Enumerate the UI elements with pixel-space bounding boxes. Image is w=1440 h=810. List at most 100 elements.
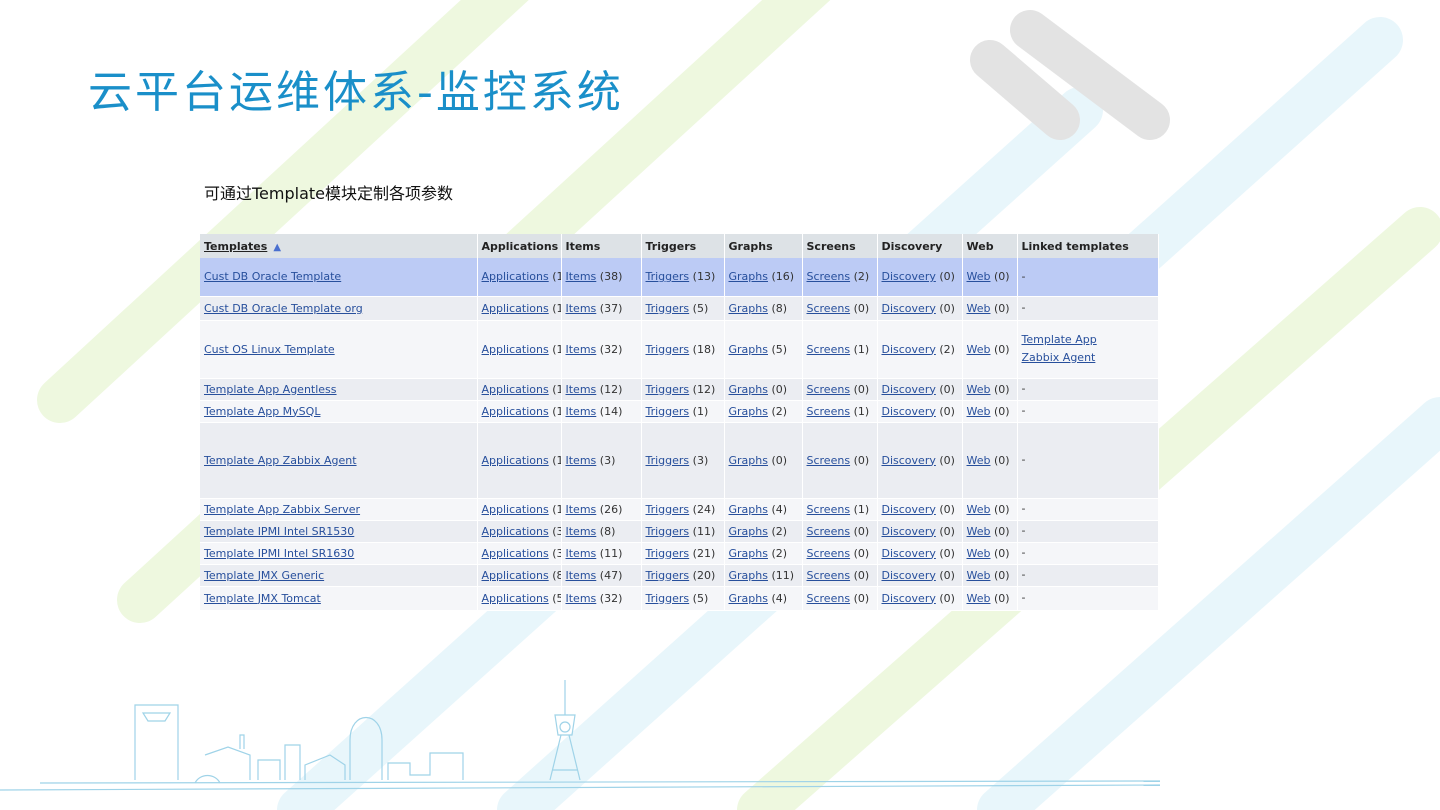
web-link[interactable]: Web <box>967 302 991 315</box>
applications-link[interactable]: Applications <box>482 569 549 582</box>
triggers-link[interactable]: Triggers <box>646 503 690 516</box>
screens-link[interactable]: Screens <box>807 592 851 605</box>
screens-link[interactable]: Screens <box>807 270 851 283</box>
triggers-link[interactable]: Triggers <box>646 592 690 605</box>
screens-link[interactable]: Screens <box>807 454 851 467</box>
graphs-link[interactable]: Graphs <box>729 592 768 605</box>
graphs-link[interactable]: Graphs <box>729 270 768 283</box>
discovery-link[interactable]: Discovery <box>882 383 936 396</box>
graphs-link[interactable]: Graphs <box>729 525 768 538</box>
items-link[interactable]: Items <box>566 270 597 283</box>
screens-link[interactable]: Screens <box>807 343 851 356</box>
screens-link[interactable]: Screens <box>807 503 851 516</box>
items-link[interactable]: Items <box>566 592 597 605</box>
items-count: (3) <box>599 453 616 467</box>
template-name-link[interactable]: Template App Zabbix Server <box>204 503 360 516</box>
applications-link[interactable]: Applications <box>482 592 549 605</box>
items-cell: Items (11) <box>561 542 642 565</box>
graphs-link[interactable]: Graphs <box>729 383 768 396</box>
applications-link[interactable]: Applications <box>482 525 549 538</box>
template-name-link[interactable]: Template App Agentless <box>204 383 337 396</box>
items-link[interactable]: Items <box>566 547 597 560</box>
applications-link[interactable]: Applications <box>482 454 549 467</box>
discovery-link[interactable]: Discovery <box>882 547 936 560</box>
web-link[interactable]: Web <box>967 343 991 356</box>
discovery-link[interactable]: Discovery <box>882 503 936 516</box>
discovery-link[interactable]: Discovery <box>882 343 936 356</box>
applications-link[interactable]: Applications <box>482 302 549 315</box>
triggers-link[interactable]: Triggers <box>646 569 690 582</box>
web-link[interactable]: Web <box>967 525 991 538</box>
triggers-link[interactable]: Triggers <box>646 454 690 467</box>
items-link[interactable]: Items <box>566 302 597 315</box>
triggers-link[interactable]: Triggers <box>646 547 690 560</box>
linked-template-link[interactable]: Template App <box>1022 333 1097 346</box>
triggers-link[interactable]: Triggers <box>646 525 690 538</box>
web-link[interactable]: Web <box>967 270 991 283</box>
web-link[interactable]: Web <box>967 569 991 582</box>
web-link[interactable]: Web <box>967 503 991 516</box>
screens-link[interactable]: Screens <box>807 569 851 582</box>
screens-link[interactable]: Screens <box>807 405 851 418</box>
triggers-link[interactable]: Triggers <box>646 343 690 356</box>
applications-link[interactable]: Applications <box>482 503 549 516</box>
items-link[interactable]: Items <box>566 343 597 356</box>
screens-link[interactable]: Screens <box>807 302 851 315</box>
sort-templates-link[interactable]: Templates <box>204 240 267 253</box>
discovery-link[interactable]: Discovery <box>882 270 936 283</box>
items-cell: Items (37) <box>561 296 642 321</box>
graphs-link[interactable]: Graphs <box>729 405 768 418</box>
items-link[interactable]: Items <box>566 503 597 516</box>
triggers-link[interactable]: Triggers <box>646 383 690 396</box>
screens-link[interactable]: Screens <box>807 525 851 538</box>
discovery-link[interactable]: Discovery <box>882 569 936 582</box>
screens-link[interactable]: Screens <box>807 383 851 396</box>
graphs-link[interactable]: Graphs <box>729 503 768 516</box>
template-name-link[interactable]: Template App Zabbix Agent <box>204 454 357 467</box>
template-name-link[interactable]: Template App MySQL <box>204 405 320 418</box>
items-link[interactable]: Items <box>566 383 597 396</box>
triggers-link[interactable]: Triggers <box>646 302 690 315</box>
items-link[interactable]: Items <box>566 525 597 538</box>
applications-link[interactable]: Applications <box>482 343 549 356</box>
linked-template-link[interactable]: Zabbix Agent <box>1022 351 1096 364</box>
discovery-link[interactable]: Discovery <box>882 302 936 315</box>
web-link[interactable]: Web <box>967 547 991 560</box>
web-link[interactable]: Web <box>967 454 991 467</box>
graphs-link[interactable]: Graphs <box>729 569 768 582</box>
applications-link[interactable]: Applications <box>482 383 549 396</box>
triggers-link[interactable]: Triggers <box>646 270 690 283</box>
table-row: Cust OS Linux TemplateApplications (10)I… <box>200 320 1159 379</box>
discovery-link[interactable]: Discovery <box>882 525 936 538</box>
triggers-count: (11) <box>692 524 716 538</box>
web-link[interactable]: Web <box>967 405 991 418</box>
linked-template-none: - <box>1021 502 1026 515</box>
items-link[interactable]: Items <box>566 454 597 467</box>
triggers-count: (12) <box>692 382 716 396</box>
column-header-templates[interactable]: Templates ▲ <box>200 234 478 258</box>
screens-link[interactable]: Screens <box>807 547 851 560</box>
graphs-link[interactable]: Graphs <box>729 547 768 560</box>
template-name-link[interactable]: Template JMX Generic <box>204 569 324 582</box>
web-link[interactable]: Web <box>967 383 991 396</box>
template-name-link[interactable]: Cust DB Oracle Template org <box>204 302 363 315</box>
triggers-link[interactable]: Triggers <box>646 405 690 418</box>
discovery-link[interactable]: Discovery <box>882 405 936 418</box>
applications-link[interactable]: Applications <box>482 270 549 283</box>
items-link[interactable]: Items <box>566 405 597 418</box>
template-name-link[interactable]: Cust DB Oracle Template <box>204 270 341 283</box>
discovery-link[interactable]: Discovery <box>882 592 936 605</box>
web-link[interactable]: Web <box>967 592 991 605</box>
template-name-link[interactable]: Template JMX Tomcat <box>204 592 321 605</box>
applications-link[interactable]: Applications <box>482 547 549 560</box>
graphs-link[interactable]: Graphs <box>729 302 768 315</box>
items-link[interactable]: Items <box>566 569 597 582</box>
template-name-link[interactable]: Template IPMI Intel SR1530 <box>204 525 354 538</box>
template-name-link[interactable]: Template IPMI Intel SR1630 <box>204 547 354 560</box>
applications-link[interactable]: Applications <box>482 405 549 418</box>
graphs-link[interactable]: Graphs <box>729 343 768 356</box>
graphs-link[interactable]: Graphs <box>729 454 768 467</box>
discovery-link[interactable]: Discovery <box>882 454 936 467</box>
triggers-cell: Triggers (11) <box>641 520 725 543</box>
template-name-link[interactable]: Cust OS Linux Template <box>204 343 335 356</box>
